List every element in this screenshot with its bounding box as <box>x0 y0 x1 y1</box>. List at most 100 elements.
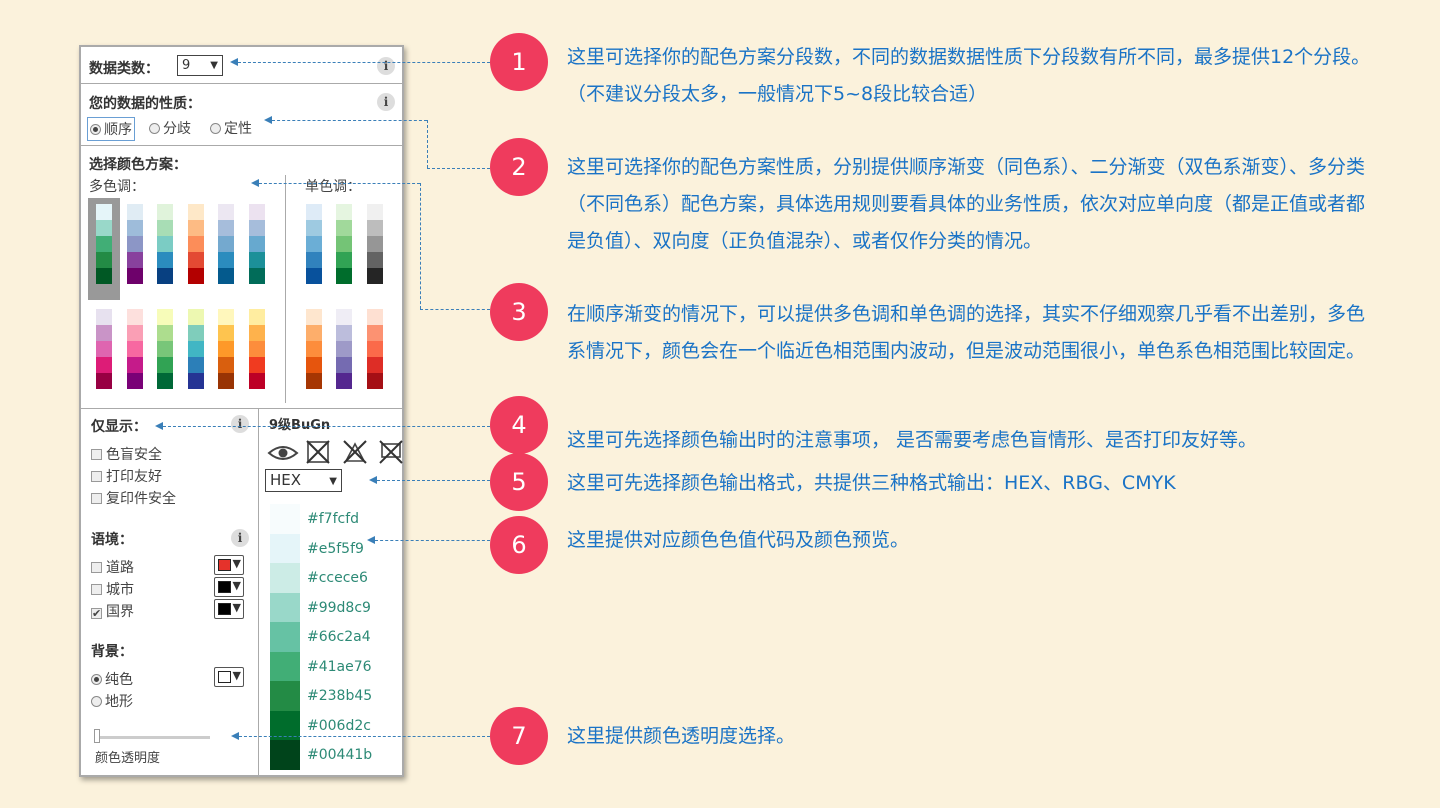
radio-icon <box>149 123 160 134</box>
color-scheme-ramp[interactable] <box>336 309 353 389</box>
background-label: 背景： <box>91 644 133 660</box>
color-scheme-ramp[interactable] <box>157 309 174 389</box>
color-scheme-ramp[interactable] <box>218 204 235 284</box>
color-scheme-ramp[interactable] <box>157 204 174 284</box>
hex-color-row[interactable]: #e5f5f9 <box>270 533 400 563</box>
ramp-swatch <box>336 204 353 220</box>
ramp-swatch <box>157 220 174 236</box>
color-scheme-ramp[interactable] <box>249 204 265 284</box>
color-scheme-ramp[interactable] <box>336 204 353 284</box>
checkbox-cities[interactable]: 城市 <box>91 579 134 599</box>
road-color-picker[interactable]: ▼ <box>214 555 244 575</box>
nature-option-diverging[interactable]: 分歧 <box>149 118 191 138</box>
arrow-head-icon <box>231 732 239 740</box>
classes-label: 数据类数： <box>89 61 159 77</box>
checkbox-icon <box>91 471 102 482</box>
format-select[interactable]: HEX ▼ <box>265 469 342 492</box>
arrow-head-icon <box>155 422 163 430</box>
color-scheme-ramp[interactable] <box>366 204 383 284</box>
color-scheme-ramp[interactable] <box>366 309 383 389</box>
opacity-slider-handle[interactable] <box>94 729 100 743</box>
background-color-picker[interactable]: ▼ <box>214 667 244 687</box>
ramp-swatch <box>366 236 383 252</box>
ramp-swatch <box>187 341 204 357</box>
color-scheme-ramp[interactable] <box>187 204 204 284</box>
color-scheme-ramp[interactable] <box>96 309 112 389</box>
divider <box>81 145 402 146</box>
hex-color-row[interactable]: #ccece6 <box>270 563 400 593</box>
info-icon[interactable]: i <box>377 57 395 75</box>
ramp-swatch <box>249 268 265 284</box>
checkbox-print[interactable]: 打印友好 <box>91 466 162 486</box>
radio-label: 地形 <box>105 694 133 710</box>
connector-line <box>272 120 427 121</box>
color-scheme-ramp[interactable] <box>126 204 143 284</box>
ramp-swatch <box>157 325 174 341</box>
ramp-swatch <box>336 252 353 268</box>
ramp-swatch <box>336 341 353 357</box>
ramp-swatch <box>306 341 322 357</box>
checkbox-colorblind[interactable]: 色盲安全 <box>91 444 162 464</box>
background-option-solid[interactable]: 纯色 <box>91 669 133 689</box>
ramp-swatch <box>336 373 353 389</box>
color-scheme-ramp[interactable] <box>306 309 322 389</box>
ramp-swatch <box>126 220 143 236</box>
copy-unfriendly-icon[interactable] <box>342 439 368 465</box>
opacity-label: 颜色透明度 <box>95 751 161 766</box>
info-icon[interactable]: i <box>231 415 249 433</box>
ramp-swatch <box>126 309 143 325</box>
opacity-slider-track[interactable] <box>95 736 210 739</box>
hex-code: #238b45 <box>307 688 373 704</box>
color-preview-swatch <box>270 740 300 770</box>
step-badge-6: 6 <box>490 516 548 574</box>
hex-color-row[interactable]: #00441b <box>270 740 400 770</box>
city-color-picker[interactable]: ▼ <box>214 577 244 597</box>
ramp-swatch <box>187 309 204 325</box>
arrow-head-icon <box>251 179 259 187</box>
ramp-swatch <box>126 373 143 389</box>
divider <box>81 408 402 409</box>
lcd-unfriendly-icon[interactable] <box>378 439 404 465</box>
connector-line <box>427 120 428 168</box>
hex-color-row[interactable]: #41ae76 <box>270 651 400 681</box>
hex-code: #f7fcfd <box>307 511 360 527</box>
hex-color-row[interactable]: #238b45 <box>270 681 400 711</box>
checkbox-roads[interactable]: 道路 <box>91 557 134 577</box>
color-scheme-ramp[interactable] <box>96 204 112 284</box>
info-icon[interactable]: i <box>377 93 395 111</box>
color-swatch <box>218 671 231 683</box>
chevron-down-icon: ▼ <box>210 60 218 71</box>
annotation-text-1: 这里可选择你的配色方案分段数，不同的数据数据性质下分段数有所不同，最多提供12个… <box>567 46 1371 105</box>
connector-line <box>427 168 490 169</box>
color-scheme-ramp[interactable] <box>306 204 322 284</box>
annotation-text-2: 这里可选择你的配色方案性质，分别提供顺序渐变（同色系）、二分渐变（双色系渐变）、… <box>567 156 1366 252</box>
border-color-picker[interactable]: ▼ <box>214 599 244 619</box>
print-unfriendly-icon[interactable] <box>305 439 331 465</box>
nature-option-qualitative[interactable]: 定性 <box>210 118 252 138</box>
background-option-terrain[interactable]: 地形 <box>91 691 133 711</box>
ramp-swatch <box>249 341 265 357</box>
ramp-swatch <box>249 236 265 252</box>
hex-color-row[interactable]: #66c2a4 <box>270 622 400 652</box>
ramp-swatch <box>336 220 353 236</box>
eye-icon[interactable] <box>267 441 299 465</box>
color-scheme-ramp[interactable] <box>249 309 265 389</box>
hex-color-row[interactable]: #f7fcfd <box>270 504 400 534</box>
color-scheme-ramp[interactable] <box>218 309 235 389</box>
hex-color-row[interactable]: #99d8c9 <box>270 592 400 622</box>
color-scheme-ramp[interactable] <box>187 309 204 389</box>
ramp-swatch <box>218 373 235 389</box>
arrow-head-icon <box>230 58 238 66</box>
connector-line <box>239 736 490 737</box>
ramp-swatch <box>157 373 174 389</box>
checkbox-borders[interactable]: ✔ 国界 <box>91 601 134 621</box>
hex-code: #41ae76 <box>307 658 372 675</box>
color-scheme-ramp[interactable] <box>126 309 143 389</box>
checkbox-photocopy[interactable]: 复印件安全 <box>91 488 176 508</box>
nature-option-sequential[interactable]: 顺序 <box>87 117 135 141</box>
classes-select[interactable]: 9 ▼ <box>177 55 223 76</box>
ramp-swatch <box>96 236 112 252</box>
ramp-swatch <box>306 268 322 284</box>
ramp-swatch <box>187 268 204 284</box>
info-icon[interactable]: i <box>231 529 249 547</box>
